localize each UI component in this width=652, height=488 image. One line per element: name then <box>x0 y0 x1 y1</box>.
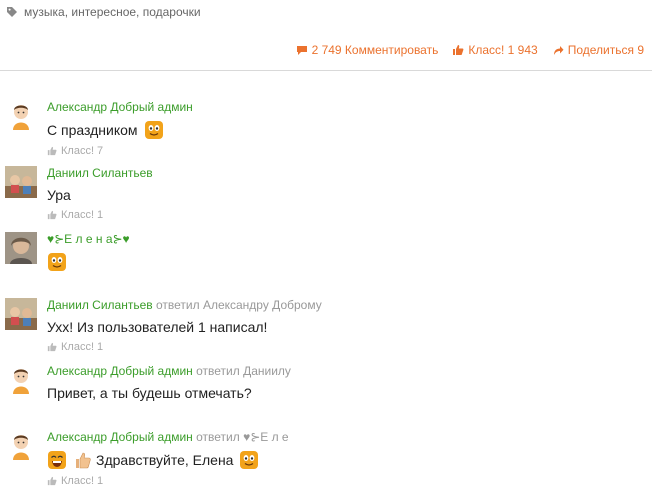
comment-head: Александр Добрый админ ответил Даниилу <box>47 364 644 379</box>
comment-label: 2 749 Комментировать <box>311 43 439 57</box>
smiley-icon <box>240 451 259 469</box>
like-label: Класс! 1 <box>61 209 104 221</box>
class-button[interactable]: Класс! 1 943 <box>452 43 538 57</box>
thumbs-up-icon <box>47 146 57 156</box>
comment-body: Даниил Силантьев ответил Александру Добр… <box>47 298 644 353</box>
comment-text-content: С праздником <box>47 122 138 138</box>
avatar[interactable] <box>5 232 37 264</box>
tag-icon <box>7 7 17 17</box>
thumbs-up-icon <box>47 342 57 352</box>
like-label: Класс! 1 <box>61 475 104 487</box>
laughing-smiley-icon <box>48 451 66 469</box>
author-link[interactable]: Даниил Силантьев <box>47 166 153 180</box>
like-label: Класс! 1 <box>61 341 104 353</box>
smiley-icon <box>144 121 163 139</box>
comment-text: Здравствуйте, Елена <box>47 450 644 470</box>
share-label: Поделиться 9 <box>567 43 644 57</box>
comment-head: ♥⊱Е л е н а⊱♥ <box>47 232 644 247</box>
reply-target[interactable]: ответил ♥⊱Е л е <box>196 430 288 444</box>
comment-icon <box>296 45 307 55</box>
reply-target[interactable]: ответил Александру Доброму <box>156 298 322 312</box>
class-label: Класс! 1 943 <box>468 43 538 57</box>
comment-head: Александр Добрый админ <box>47 100 644 115</box>
comment-text: С праздником <box>47 120 644 140</box>
tags-line: музыка, интересное, подарочки <box>6 4 201 20</box>
comment-text-content: Ура <box>47 187 71 203</box>
comment-button[interactable]: 2 749 Комментировать <box>296 43 439 57</box>
comment-body: ♥⊱Е л е н а⊱♥ <box>47 232 644 272</box>
thumbs-up-emoji-icon <box>76 452 91 469</box>
reply-target[interactable]: ответил Даниилу <box>196 364 291 378</box>
avatar[interactable] <box>5 166 37 198</box>
comment-head: Даниил Силантьев <box>47 166 644 181</box>
thumbs-up-icon <box>47 210 57 220</box>
smiley-icon <box>48 253 66 271</box>
comment-text-content: Ухх! Из пользователей 1 написал! <box>47 319 268 335</box>
share-button[interactable]: Поделиться 9 <box>552 43 644 57</box>
author-link[interactable]: Александр Добрый админ <box>47 364 193 378</box>
like-button[interactable]: Класс! 1 <box>47 341 644 353</box>
comment-text: Ура <box>47 186 644 204</box>
comment-text <box>47 252 644 272</box>
author-link[interactable]: Даниил Силантьев <box>47 298 153 312</box>
avatar[interactable] <box>5 430 37 462</box>
comment-body: Даниил Силантьев Ура Класс! 1 <box>47 166 644 221</box>
thumbs-up-icon <box>47 476 57 486</box>
comment-text-content: Здравствуйте, Елена <box>96 452 234 468</box>
comment-head: Даниил Силантьев ответил Александру Добр… <box>47 298 644 313</box>
comment-head: Александр Добрый админ ответил ♥⊱Е л е <box>47 430 644 445</box>
like-button[interactable]: Класс! 1 <box>47 475 644 487</box>
author-link[interactable]: ♥⊱Е л е н а⊱♥ <box>47 232 130 246</box>
share-icon <box>553 45 564 55</box>
avatar[interactable] <box>5 364 37 396</box>
comment-body: Александр Добрый админ ответил ♥⊱Е л е З… <box>47 430 644 487</box>
like-button[interactable]: Класс! 1 <box>47 209 644 221</box>
comment-body: Александр Добрый админ ответил Даниилу П… <box>47 364 644 402</box>
tags-text[interactable]: музыка, интересное, подарочки <box>24 5 201 19</box>
post-actions: 2 749 Комментировать Класс! 1 943 Подели… <box>282 43 644 57</box>
comment-text-content: Привет, а ты будешь отмечать? <box>47 385 252 401</box>
avatar[interactable] <box>5 298 37 330</box>
comment-text: Ухх! Из пользователей 1 написал! <box>47 318 644 336</box>
avatar[interactable] <box>5 100 37 132</box>
author-link[interactable]: Александр Добрый админ <box>47 100 193 114</box>
divider <box>0 70 652 71</box>
author-link[interactable]: Александр Добрый админ <box>47 430 193 444</box>
thumbs-up-icon <box>453 45 464 55</box>
comment-text: Привет, а ты будешь отмечать? <box>47 384 644 402</box>
like-label: Класс! 7 <box>61 145 104 157</box>
comment-body: Александр Добрый админ С праздником Клас… <box>47 100 644 157</box>
like-button[interactable]: Класс! 7 <box>47 145 644 157</box>
